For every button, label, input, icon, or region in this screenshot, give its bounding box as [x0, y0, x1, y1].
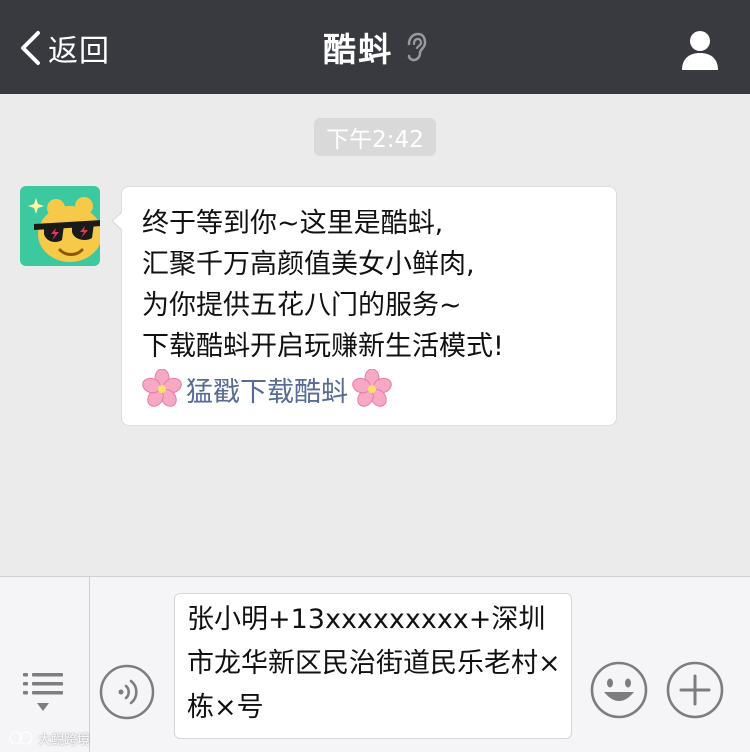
cherry-blossom-icon — [142, 369, 182, 407]
timestamp-badge: 下午2:42 — [314, 118, 436, 156]
sunglasses-bear-avatar-icon — [20, 186, 100, 266]
plus-button[interactable] — [665, 660, 725, 720]
watermark-text: 大鲵跨境 — [38, 732, 91, 748]
voice-button[interactable] — [99, 664, 155, 720]
plus-icon — [666, 661, 724, 719]
menu-button[interactable] — [0, 577, 90, 752]
person-icon — [682, 31, 718, 70]
voice-icon — [99, 664, 155, 720]
cherry-blossom-icon — [352, 369, 392, 407]
avatar[interactable] — [20, 186, 100, 266]
navigation-bar: 返回 酷蚪 — [0, 0, 750, 94]
message-input[interactable]: 张小明+13xxxxxxxxx+深圳市龙华新区民治街道民乐老村×栋×号 — [174, 593, 572, 739]
download-link[interactable]: 猛戳下载酷蚪 — [186, 370, 348, 409]
watermark: 大鲵跨境 — [8, 728, 90, 748]
message-line: 终于等到你~这里是酷蚪, — [142, 208, 444, 239]
profile-button[interactable] — [676, 28, 724, 72]
title-area: 酷蚪 — [0, 0, 750, 94]
message-bubble: 终于等到你~这里是酷蚪, 汇聚千万高颜值美女小鲜肉, 为你提供五花八门的服务~ … — [111, 186, 617, 426]
watermark-logo-icon — [9, 731, 33, 745]
message-line: 汇聚千万高颜值美女小鲜肉, — [142, 249, 475, 280]
back-button[interactable]: 返回 — [18, 26, 110, 70]
download-link-row: 猛戳下载酷蚪 — [142, 367, 616, 411]
emoji-button[interactable] — [589, 660, 649, 720]
message-line: 为你提供五花八门的服务~ — [142, 290, 462, 321]
ear-icon — [407, 32, 427, 62]
page-title: 酷蚪 — [323, 30, 393, 69]
back-label: 返回 — [48, 34, 110, 69]
message-line: 下载酷蚪开启玩赚新生活模式! — [142, 331, 504, 362]
emoji-icon — [590, 661, 648, 719]
chevron-left-icon — [21, 31, 40, 65]
menu-list-icon — [23, 673, 63, 711]
